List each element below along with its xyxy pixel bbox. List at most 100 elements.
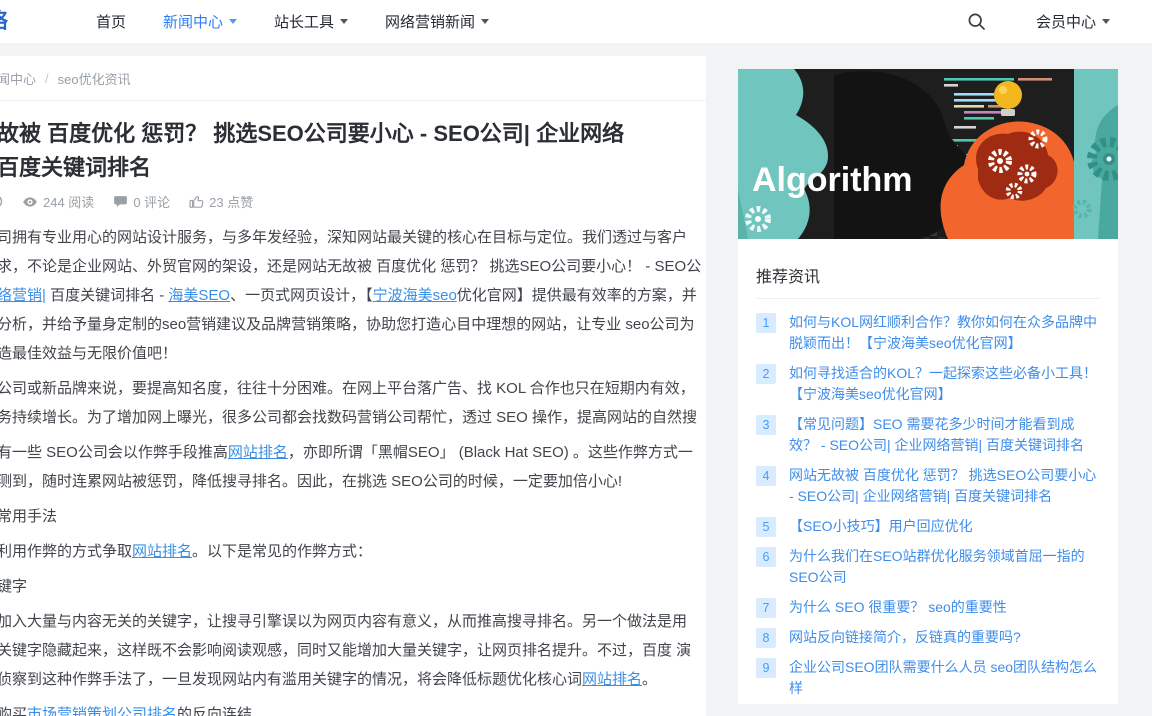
article-text-line: 测到，随时连累网站被惩罚，降低搜寻排名。因此，在挑选 SEO公司的时候，一定要加… [0,467,706,496]
rank-badge: 6 [756,547,776,567]
article-text-line: 键字 [0,572,706,601]
algorithm-banner-image[interactable]: Algorithm [738,69,1118,239]
article-text-line: 分析，并给予量身定制的seo营销建议及品牌营销策略，协助您打造心目中理想的网站，… [0,310,706,339]
recommend-item-6[interactable]: 6 为什么我们在SEO站群优化服务领域首屈一指的SEO公司 [756,546,1100,588]
top-navbar: 络 首页 新闻中心 站长工具 网络营销新闻 会员中心 [0,0,1152,43]
recommend-title: 推荐资讯 [756,263,1100,299]
breadcrumb-separator: / [45,71,49,86]
article-text-line: 求，不论是企业网站、外贸官网的架设，还是网站无故被 百度优化 惩罚？ 挑选SEO… [0,252,706,281]
recommend-item-title: 如何寻找适合的KOL？一起探索这些必备小工具！【宁波海美seo优化官网】 [789,363,1100,405]
recommend-list: 1 如何与KOL网红顺利合作？教你如何在众多品牌中脱颖而出！【宁波海美seo优化官… [756,312,1100,704]
inline-link[interactable]: 宁波海美seo [373,287,457,304]
article-text-line: 购买市场营销策划公司排名的反向连结 [0,700,706,716]
rank-badge: 2 [756,364,776,384]
recommend-item-title: 为什么 SEO 很重要？ seo的重要性 [789,597,1007,618]
text-segment: 键字 [0,578,27,595]
article-text-line: 造最佳效益与无限价值吧！ [0,339,706,368]
article-text-line: 加入大量与内容无关的关键字，让搜寻引擎误以为网页内容有意义，从而推高搜寻排名。另… [0,607,706,636]
breadcrumb-item-0[interactable]: 闻中心 [0,69,36,88]
member-center-menu[interactable]: 会员中心 [1036,11,1110,32]
article-paragraph: 有一些 SEO公司会以作弊手段推高网站排名，亦即所谓「黑帽SEO」 (Black… [0,438,706,496]
chevron-down-icon [1102,19,1110,28]
nav-item-0[interactable]: 首页 [96,11,126,32]
nav-item-label: 网络营销新闻 [385,11,475,32]
inline-link[interactable]: 海美SEO [168,287,230,304]
article-paragraph: 利用作弊的方式争取网站排名。以下是常见的作弊方式： [0,537,706,566]
recommend-item-1[interactable]: 1 如何与KOL网红顺利合作？教你如何在众多品牌中脱颖而出！【宁波海美seo优化官… [756,312,1100,354]
eye-icon [22,194,38,210]
text-segment: 分析，并给予量身定制的seo营销建议及品牌营销策略，协助您打造心目中理想的网站，… [0,316,695,333]
thumbs-up-icon [189,194,204,209]
article-meta: 244 阅读 0 评论 23 点赞 [0,192,706,211]
article-paragraph: 键字 [0,572,706,601]
nav-item-label: 新闻中心 [163,11,223,32]
nav-menu: 首页 新闻中心 站长工具 网络营销新闻 [96,11,489,32]
rank-badge: 1 [756,313,776,333]
recommend-item-8[interactable]: 8 网站反向链接简介，反链真的重要吗? [756,627,1100,648]
page: { "colors":{"accent":"#2c7ef8","link":"#… [0,0,1152,704]
article-text-line: 常用手法 [0,502,706,531]
algorithm-caption: Algorithm [752,161,913,199]
recommend-item-title: 为什么我们在SEO站群优化服务领域首屈一指的SEO公司 [789,546,1100,588]
article-title: 故被 百度优化 惩罚？ 挑选SEO公司要小心 - SEO公司| 企业网络 百度关… [0,117,706,185]
rank-badge: 4 [756,466,776,486]
text-segment: 有一些 SEO公司会以作弊手段推高 [0,444,228,461]
like-count[interactable]: 23 点赞 [189,192,253,211]
text-segment: 司拥有专业用心的网站设计服务，与多年发经验，深知网站最关键的核心在目标与定位。我… [0,229,687,246]
search-icon[interactable] [967,12,986,31]
text-segment: 。 [642,671,657,688]
chevron-down-icon [481,19,489,28]
recommend-item-2[interactable]: 2 如何寻找适合的KOL？一起探索这些必备小工具！【宁波海美seo优化官网】 [756,363,1100,405]
site-logo[interactable]: 络 [0,0,8,43]
recommend-item-title: 网站无故被 百度优化 惩罚？ 挑选SEO公司要小心 - SEO公司| 企业网络营… [789,465,1100,507]
inline-link[interactable]: 网站排名 [132,543,192,560]
article-paragraph: 司拥有专业用心的网站设计服务，与多年发经验，深知网站最关键的核心在目标与定位。我… [0,223,706,368]
breadcrumb-item-1[interactable]: seo优化资讯 [58,69,131,88]
inline-link[interactable]: 网站排名 [582,671,642,688]
recommend-item-5[interactable]: 5【SEO小技巧】用户回应优化 [756,516,1100,537]
recommend-item-title: 网站反向链接简介，反链真的重要吗? [789,627,1021,648]
recommend-item-3[interactable]: 3 【常见问题】SEO 需要花多少时间才能看到成效？ - SEO公司| 企业网络营… [756,414,1100,456]
clock-icon [0,194,3,209]
text-segment: 测到，随时连累网站被惩罚，降低搜寻排名。因此，在挑选 SEO公司的时候，一定要加… [0,473,622,490]
nav-item-3[interactable]: 网络营销新闻 [385,11,489,32]
inline-link[interactable]: 市场营销策划公司排名 [27,706,177,716]
text-segment: 务持续增长。为了增加网上曝光，很多公司都会找数码营销公司帮忙，透过 SEO 操作… [0,409,697,426]
text-segment: 利用作弊的方式争取 [0,543,132,560]
chevron-down-icon [340,19,348,28]
nav-item-2[interactable]: 站长工具 [274,11,348,32]
chevron-down-icon [229,19,237,28]
article-text-line: 络营销| 百度关键词排名 - 海美SEO、一页式网页设计，【宁波海美seo优化官… [0,281,706,310]
recommend-item-4[interactable]: 4 网站无故被 百度优化 惩罚？ 挑选SEO公司要小心 - SEO公司| 企业网络… [756,465,1100,507]
article-paragraph: 购买市场营销策划公司排名的反向连结 [0,700,706,716]
text-segment: 加入大量与内容无关的关键字，让搜寻引擎误以为网页内容有意义，从而推高搜寻排名。另… [0,613,687,630]
article-text-line: 务持续增长。为了增加网上曝光，很多公司都会找数码营销公司帮忙，透过 SEO 操作… [0,403,706,432]
recommend-item-9[interactable]: 9企业公司SEO团队需要什么人员 seo团队结构怎么样 [756,657,1100,699]
read-count: 244 阅读 [22,192,94,211]
article-paragraph: 常用手法 [0,502,706,531]
article-text-line: 公司或新品牌来说，要提高知名度，往往十分困难。在网上平台落广告、找 KOL 合作… [0,374,706,403]
recommend-item-title: 如何与KOL网红顺利合作？教你如何在众多品牌中脱颖而出！【宁波海美seo优化官网… [789,312,1100,354]
nav-right-group: 会员中心 [967,11,1110,32]
rank-badge: 3 [756,415,776,435]
inline-link[interactable]: 网站排名 [228,444,288,461]
rank-badge: 7 [756,598,776,618]
recommend-item-title: 企业公司SEO团队需要什么人员 seo团队结构怎么样 [789,657,1100,699]
article-text-line: 侦察到这种作弊手法了，一旦发现网站内有滥用关键字的情况，将会降低标题优化核心词网… [0,665,706,694]
article-text-line: 利用作弊的方式争取网站排名。以下是常见的作弊方式： [0,537,706,566]
text-segment: 百度关键词排名 - [46,287,169,304]
recommend-item-title: 【SEO小技巧】用户回应优化 [789,516,973,537]
text-segment: 。以下是常见的作弊方式： [192,543,372,560]
recommend-item-7[interactable]: 7 为什么 SEO 很重要？ seo的重要性 [756,597,1100,618]
recommend-panel: 推荐资讯 1 如何与KOL网红顺利合作？教你如何在众多品牌中脱颖而出！【宁波海美s… [738,239,1118,704]
comment-count: 0 评论 [113,192,170,211]
recommend-item-title: 【常见问题】SEO 需要花多少时间才能看到成效？ - SEO公司| 企业网络营销… [789,414,1100,456]
comment-icon [113,194,128,209]
text-segment: 关键字隐藏起来，这样既不会影响阅读观感，同时又能增加大量关键字，让网页排名提升。… [0,642,691,659]
text-segment: 常用手法 [0,508,57,525]
text-segment: 、一页式网页设计，【 [230,287,373,304]
nav-item-1[interactable]: 新闻中心 [163,11,237,32]
rank-badge: 8 [756,628,776,648]
inline-link[interactable]: 络营销| [0,287,46,304]
article-paragraph: 公司或新品牌来说，要提高知名度，往往十分困难。在网上平台落广告、找 KOL 合作… [0,374,706,432]
